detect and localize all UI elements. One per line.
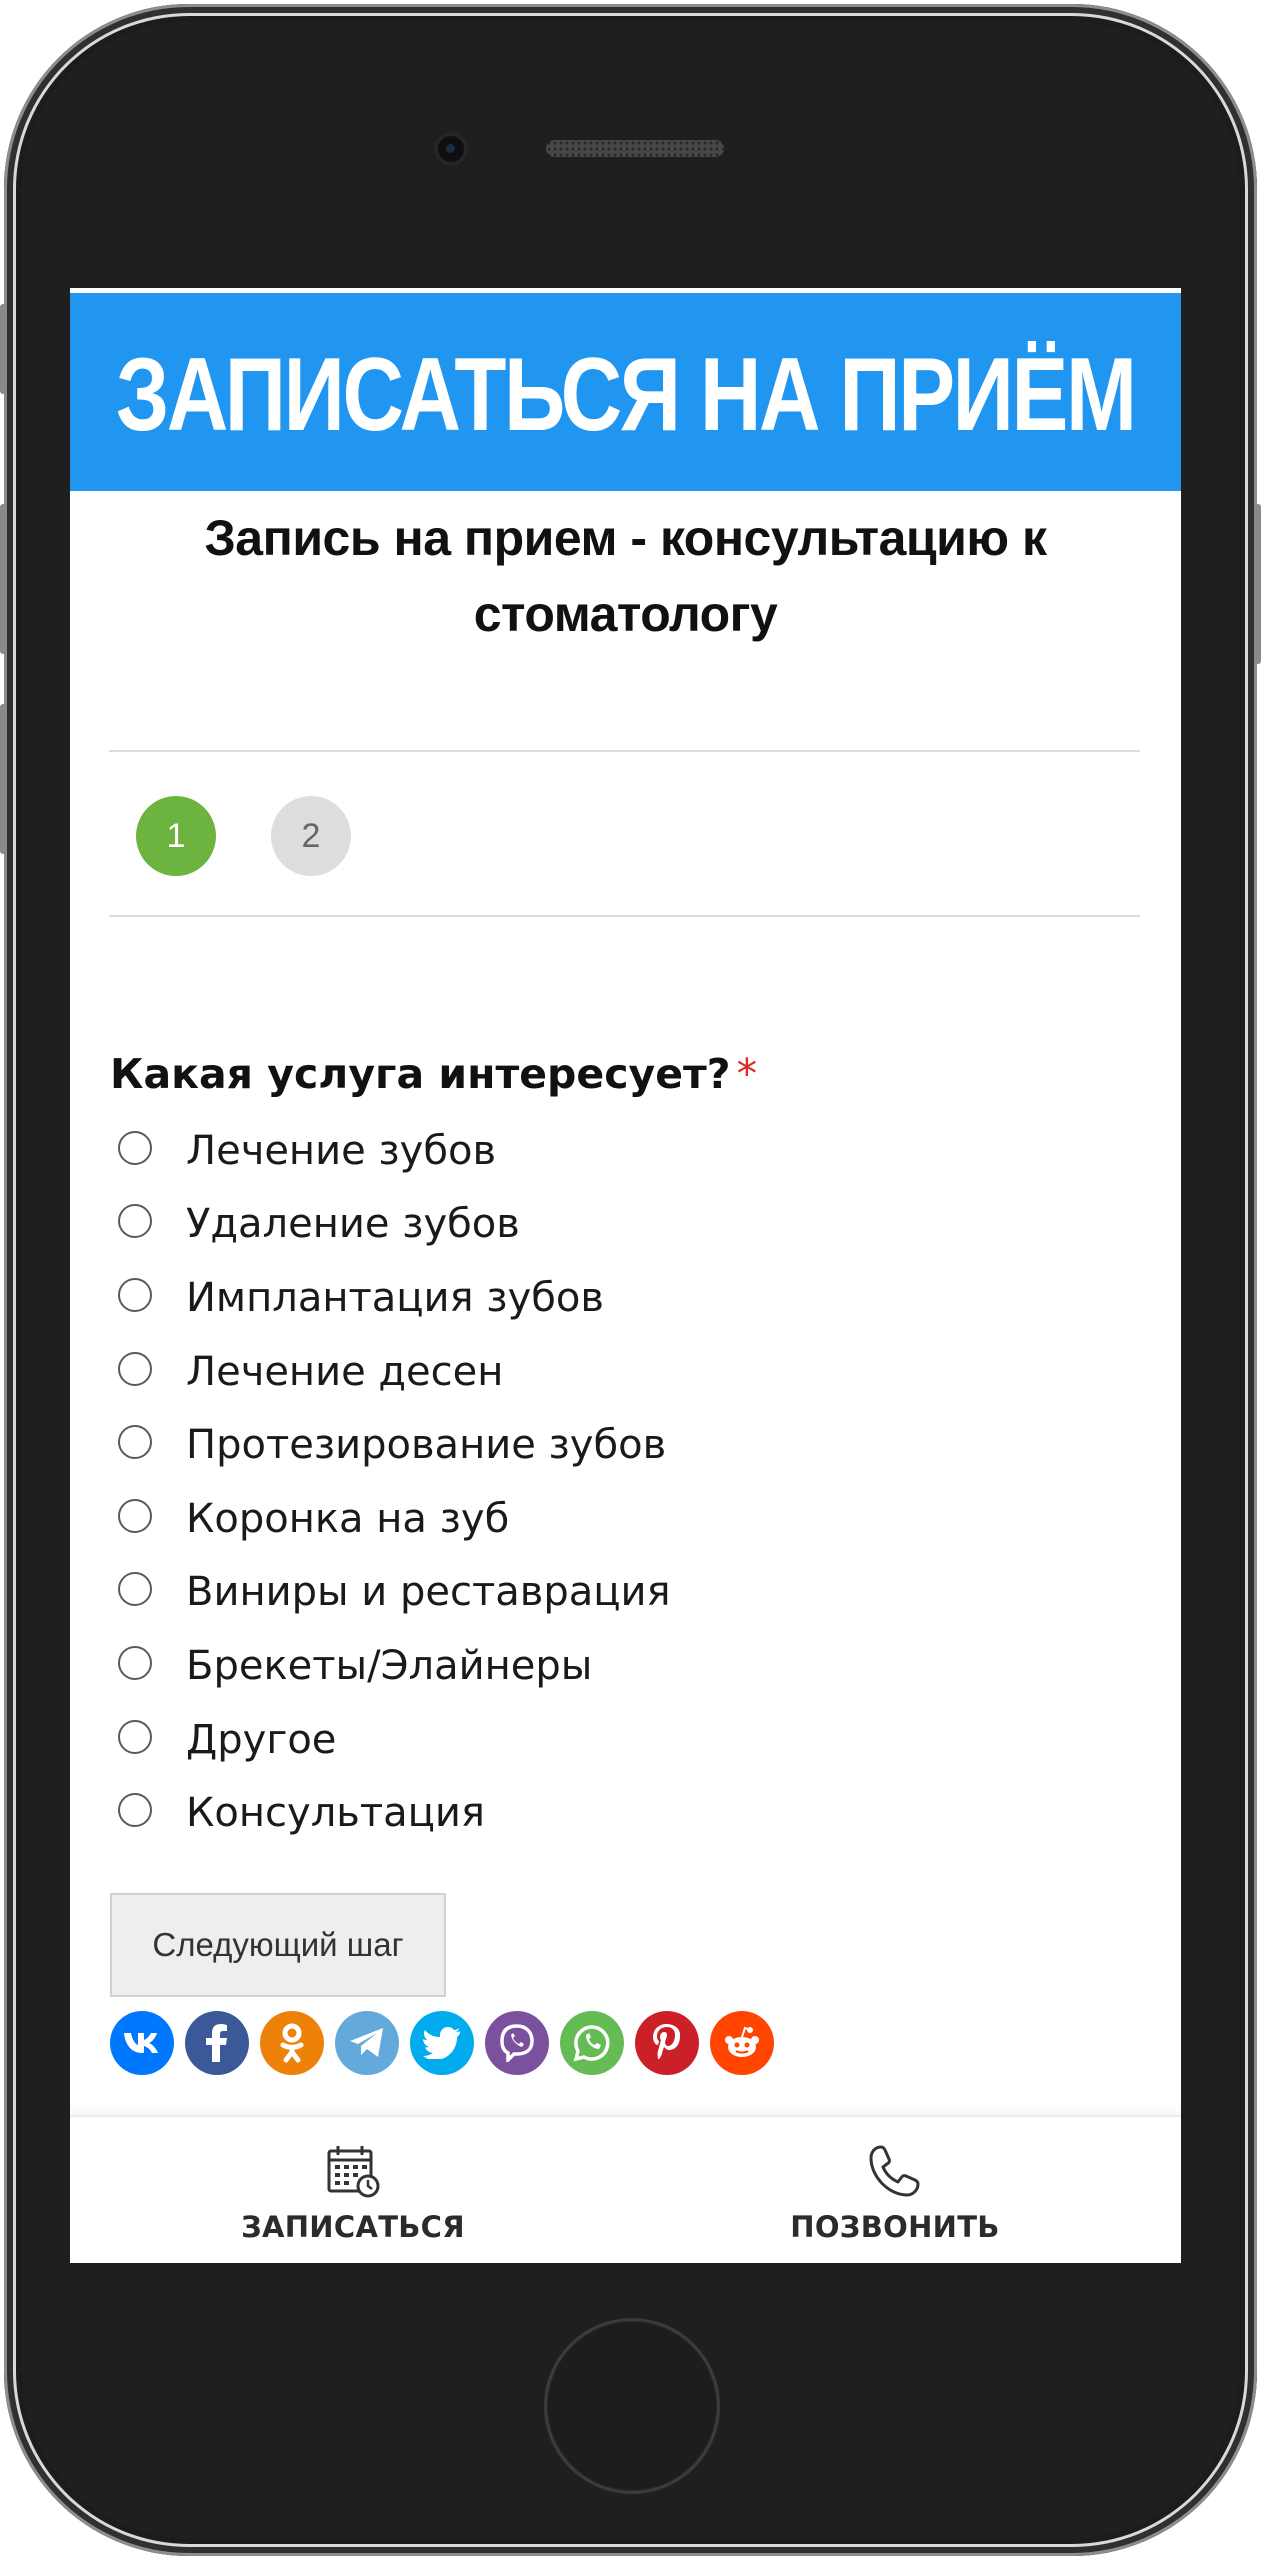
option-label: Виниры и реставрация — [186, 1569, 671, 1616]
option-label: Коронка на зуб — [186, 1495, 510, 1542]
home-button[interactable] — [547, 2321, 717, 2491]
option-other[interactable]: Другое — [118, 1703, 1118, 1777]
viber-icon[interactable] — [485, 2011, 549, 2075]
mute-switch — [0, 304, 7, 394]
option-label: Удаление зубов — [186, 1201, 520, 1248]
radio-button[interactable] — [118, 1498, 152, 1533]
odnoklassniki-icon[interactable] — [260, 2011, 324, 2075]
book-appointment-button[interactable]: ЗАПИСАТЬСЯ — [153, 2117, 553, 2263]
option-treatment[interactable]: Лечение зубов — [118, 1114, 1118, 1188]
social-share-bar — [110, 2011, 785, 2075]
call-label: ПОЗВОНИТЬ — [790, 2210, 1000, 2244]
option-label: Лечение десен — [186, 1348, 504, 1395]
step-indicator-1[interactable]: 1 — [136, 796, 216, 876]
telegram-icon[interactable] — [335, 2011, 399, 2075]
book-appointment-label: ЗАПИСАТЬСЯ — [241, 2210, 465, 2244]
step-divider-bottom — [109, 915, 1140, 917]
header-banner: ЗАПИСАТЬСЯ НА ПРИЁМ — [70, 293, 1181, 491]
step-number: 1 — [166, 816, 186, 855]
facebook-icon[interactable] — [185, 2011, 249, 2075]
step-number: 2 — [301, 816, 321, 855]
option-gum-treatment[interactable]: Лечение десен — [118, 1335, 1118, 1409]
volume-down-button — [0, 704, 7, 854]
option-crown[interactable]: Коронка на зуб — [118, 1482, 1118, 1556]
required-asterisk: * — [736, 1050, 758, 1098]
phone-screen: ЗАПИСАТЬСЯ НА ПРИЁМ Запись на прием - ко… — [70, 288, 1181, 2263]
bottom-action-bar: ЗАПИСАТЬСЯ ПОЗВОНИТЬ — [70, 2115, 1181, 2263]
step-divider-top — [109, 750, 1140, 752]
option-label: Имплантация зубов — [186, 1274, 604, 1321]
option-prosthetics[interactable]: Протезирование зубов — [118, 1408, 1118, 1482]
question-label: Какая услуга интересует? — [110, 1050, 731, 1098]
option-label: Консультация — [186, 1790, 485, 1837]
step-indicator-2[interactable]: 2 — [271, 796, 351, 876]
calendar-icon — [325, 2141, 381, 2201]
option-label: Протезирование зубов — [186, 1422, 667, 1469]
call-button[interactable]: ПОЗВОНИТЬ — [695, 2117, 1095, 2263]
page-title: ЗАПИСАТЬСЯ НА ПРИЁМ — [116, 336, 1137, 453]
twitter-icon[interactable] — [410, 2011, 474, 2075]
power-button — [1254, 504, 1261, 664]
option-veneers[interactable]: Виниры и реставрация — [118, 1556, 1118, 1630]
radio-button[interactable] — [118, 1204, 152, 1239]
radio-button[interactable] — [118, 1130, 152, 1165]
option-extraction[interactable]: Удаление зубов — [118, 1188, 1118, 1262]
radio-button[interactable] — [118, 1351, 152, 1386]
front-camera — [438, 136, 464, 162]
volume-up-button — [0, 504, 7, 654]
option-label: Лечение зубов — [186, 1127, 497, 1174]
option-label: Другое — [186, 1716, 337, 1763]
option-implantation[interactable]: Имплантация зубов — [118, 1261, 1118, 1335]
radio-button[interactable] — [118, 1277, 152, 1312]
phone-icon — [867, 2141, 923, 2201]
service-options: Лечение зубов Удаление зубов Имплантация… — [118, 1114, 1118, 1850]
form-subtitle: Запись на прием - консультацию к стомато… — [204, 510, 1047, 642]
pinterest-icon[interactable] — [635, 2011, 699, 2075]
option-consultation[interactable]: Консультация — [118, 1776, 1118, 1850]
vk-icon[interactable] — [110, 2011, 174, 2075]
radio-button[interactable] — [118, 1425, 152, 1460]
radio-button[interactable] — [118, 1793, 152, 1828]
option-braces[interactable]: Брекеты/Элайнеры — [118, 1629, 1118, 1703]
radio-button[interactable] — [118, 1719, 152, 1754]
service-question: Какая услуга интересует? * — [110, 1050, 757, 1098]
radio-button[interactable] — [118, 1645, 152, 1680]
earpiece-speaker — [546, 140, 724, 157]
next-step-button[interactable]: Следующий шаг — [110, 1893, 446, 1997]
radio-button[interactable] — [118, 1572, 152, 1607]
reddit-icon[interactable] — [710, 2011, 774, 2075]
option-label: Брекеты/Элайнеры — [186, 1642, 593, 1689]
whatsapp-icon[interactable] — [560, 2011, 624, 2075]
